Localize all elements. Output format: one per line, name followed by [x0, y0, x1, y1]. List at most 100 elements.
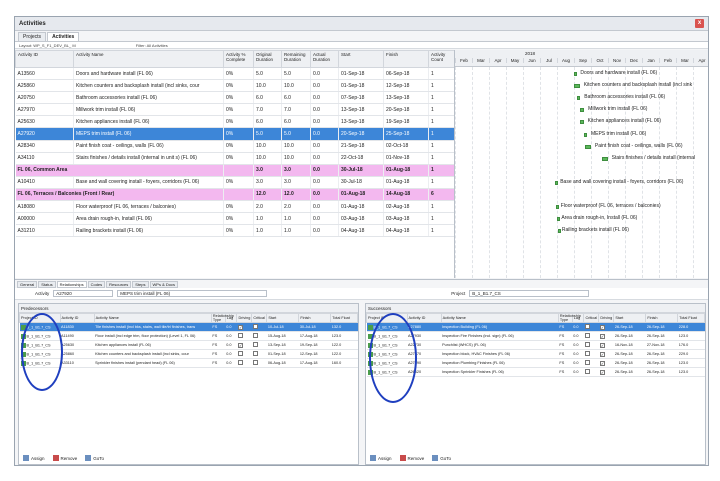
project-id-field[interactable]: B_1_B1.7_CS	[469, 290, 590, 297]
relationship-row[interactable]: B_1_B1.7_CS A11490 Floor install (incl edg…	[19, 331, 358, 341]
gantt-bar[interactable]	[555, 180, 559, 185]
succ-remove-button[interactable]: Remove	[399, 455, 424, 461]
rel-col[interactable]: Driving	[236, 313, 253, 323]
driving-checkbox[interactable]: ✓	[599, 369, 605, 375]
critical-checkbox[interactable]	[252, 342, 258, 347]
table-row[interactable]: A31210 Railing brackets install (FL 06) 0%…	[15, 224, 454, 238]
rel-col[interactable]: Relationship Type	[557, 313, 581, 323]
table-row[interactable]: A10410 Base and wall covering install - f…	[15, 176, 454, 189]
gantt-bar[interactable]	[580, 120, 584, 125]
critical-checkbox[interactable]	[252, 351, 258, 356]
gantt-bar[interactable]	[580, 108, 585, 113]
critical-checkbox[interactable]	[584, 351, 590, 356]
pred-goto-button[interactable]: GoTo	[85, 455, 104, 461]
rel-col[interactable]: Activity ID	[59, 313, 95, 323]
close-icon[interactable]: x	[695, 19, 704, 28]
critical-checkbox[interactable]	[584, 324, 590, 329]
col-activity-count[interactable]: Activity Count	[428, 50, 454, 68]
col-remaining-duration[interactable]: Remaining Duration	[281, 50, 311, 68]
layout-label[interactable]: Layout: WP_S_F1_DEV_BL_ M	[19, 43, 76, 48]
activity-id-field[interactable]: A27920	[53, 290, 114, 297]
relationship-row[interactable]: B_1_B1.7_CS A27890 Inspection Plumbing Fin…	[366, 358, 705, 368]
rel-col[interactable]: Start	[613, 313, 647, 323]
relationship-row[interactable]: B_1_B1.7_CS A27930 Inspection Fire Finishe…	[366, 331, 705, 341]
col-finish[interactable]: Finish	[383, 50, 429, 68]
driving-checkbox[interactable]: ✓	[237, 342, 243, 348]
critical-checkbox[interactable]	[584, 333, 590, 338]
table-row[interactable]: A27920 MEPS trim install (FL 06) 0% 5.0 5.0 0…	[15, 127, 454, 141]
col-start[interactable]: Start	[338, 50, 384, 68]
succ-assign-button[interactable]: Assign	[370, 455, 392, 461]
rel-col[interactable]: Critical	[583, 313, 600, 323]
details-tab-status[interactable]: Status	[38, 281, 56, 288]
driving-checkbox[interactable]	[237, 351, 243, 356]
table-row[interactable]: A27970 Millwork trim install (FL 06) 0% 7.0…	[15, 103, 454, 117]
col-activity-id[interactable]: Activity ID	[15, 50, 74, 68]
rel-col[interactable]: Activity Name	[440, 313, 559, 323]
rel-col[interactable]: Total Float	[330, 313, 358, 323]
table-row[interactable]: A25860 Kitchen counters and backsplash in…	[15, 79, 454, 93]
activity-name-field[interactable]: MEPS trim install (FL 06)	[117, 290, 268, 297]
rel-col[interactable]: Finish	[298, 313, 332, 323]
critical-checkbox[interactable]	[252, 360, 258, 365]
driving-checkbox[interactable]: ✓	[599, 342, 605, 348]
gantt-bar[interactable]	[584, 144, 591, 149]
details-tab-steps[interactable]: Steps	[132, 281, 149, 288]
rel-col[interactable]: Total Float	[677, 313, 705, 323]
gantt-bar[interactable]	[557, 217, 561, 222]
rel-col[interactable]: Relationship Type	[210, 313, 234, 323]
table-row[interactable]: A34110 Stairs finishes / details install …	[15, 152, 454, 165]
driving-checkbox[interactable]: ✓	[599, 324, 605, 330]
gantt-bar[interactable]	[556, 205, 560, 210]
filter-label[interactable]: Filter: All Activities	[136, 43, 168, 48]
tab-projects[interactable]: Projects	[18, 32, 47, 41]
driving-checkbox[interactable]: ✓	[599, 333, 605, 339]
relationship-row[interactable]: B_1_B1.7_CS A25860 Kitchen counters and ba…	[19, 349, 358, 359]
table-row[interactable]: A20750 Bathroom accessories install (FL 0…	[15, 91, 454, 105]
driving-checkbox[interactable]: ✓	[237, 324, 243, 330]
table-row[interactable]: A18080 Floor waterproof (FL 06, terraces …	[15, 200, 454, 214]
gantt-bar[interactable]	[557, 229, 561, 234]
critical-checkbox[interactable]	[584, 342, 590, 347]
gantt-bar[interactable]	[584, 132, 588, 137]
rel-col[interactable]: Finish	[645, 313, 679, 323]
rel-col[interactable]: Driving	[598, 313, 615, 323]
details-tab-resources[interactable]: Resources	[106, 281, 132, 288]
col-activity-name[interactable]: Activity Name	[73, 50, 224, 68]
tab-activities[interactable]: Activities	[47, 32, 80, 41]
gantt-bar[interactable]	[602, 156, 608, 161]
driving-checkbox[interactable]	[237, 360, 243, 365]
table-row[interactable]: A25630 Kitchen appliances install (FL 06)…	[15, 115, 454, 129]
relationship-row[interactable]: B_1_B1.7_CS A27880 Inspection Building (FL…	[366, 322, 705, 332]
critical-checkbox[interactable]	[584, 369, 590, 374]
details-tab-relationships[interactable]: Relationships	[56, 281, 87, 288]
critical-checkbox[interactable]	[252, 333, 258, 338]
succ-goto-button[interactable]: GoTo	[432, 455, 451, 461]
table-row[interactable]: A28340 Paint finish coat - ceilings, wall…	[15, 140, 454, 153]
details-tab-general[interactable]: General	[17, 281, 38, 288]
relationship-row[interactable]: B_1_B1.7_CS A25630 Kitchen appliances inst…	[19, 340, 358, 350]
details-tab-wps-docs[interactable]: WPs & Docs	[149, 281, 178, 288]
col-pct-complete[interactable]: Activity % Complete	[223, 50, 254, 68]
driving-checkbox[interactable]: ✓	[599, 360, 605, 366]
rel-col[interactable]: Critical	[251, 313, 268, 323]
col-original-duration[interactable]: Original Duration	[253, 50, 282, 68]
table-row[interactable]: A00000 Area drain rough-in, Install (FL 0…	[15, 212, 454, 226]
rel-col[interactable]: Activity Name	[93, 313, 212, 323]
gantt-chart[interactable]: 2018 Feb Mar Apr May Jun Jul Aug Sep Oct Nov Dec Ja…	[455, 50, 708, 278]
relationship-row[interactable]: B_1_B1.7_CS A27470 Inspection block, HVAC …	[366, 349, 705, 359]
rel-col[interactable]: Activity ID	[406, 313, 442, 323]
rel-col[interactable]: Start	[266, 313, 300, 323]
critical-checkbox[interactable]	[252, 324, 258, 329]
relationship-row[interactable]: B_1_B1.7_CS A33110 Sprinkler finishes inst…	[19, 358, 358, 368]
relationship-row[interactable]: B_1_B1.7_CS A22730 Punchlist (WHCS) (FL 06…	[366, 340, 705, 350]
gantt-bar[interactable]	[576, 96, 581, 101]
pred-assign-button[interactable]: Assign	[23, 455, 45, 461]
driving-checkbox[interactable]: ✓	[599, 351, 605, 357]
gantt-bar[interactable]	[573, 72, 577, 76]
driving-checkbox[interactable]	[237, 333, 243, 338]
relationship-row[interactable]: B_1_B1.7_CS A26620 Inspection Sprinkler Fi…	[366, 367, 705, 377]
details-tab-codes[interactable]: Codes	[87, 281, 106, 288]
critical-checkbox[interactable]	[584, 360, 590, 365]
col-actual-duration[interactable]: Actual Duration	[310, 50, 339, 68]
